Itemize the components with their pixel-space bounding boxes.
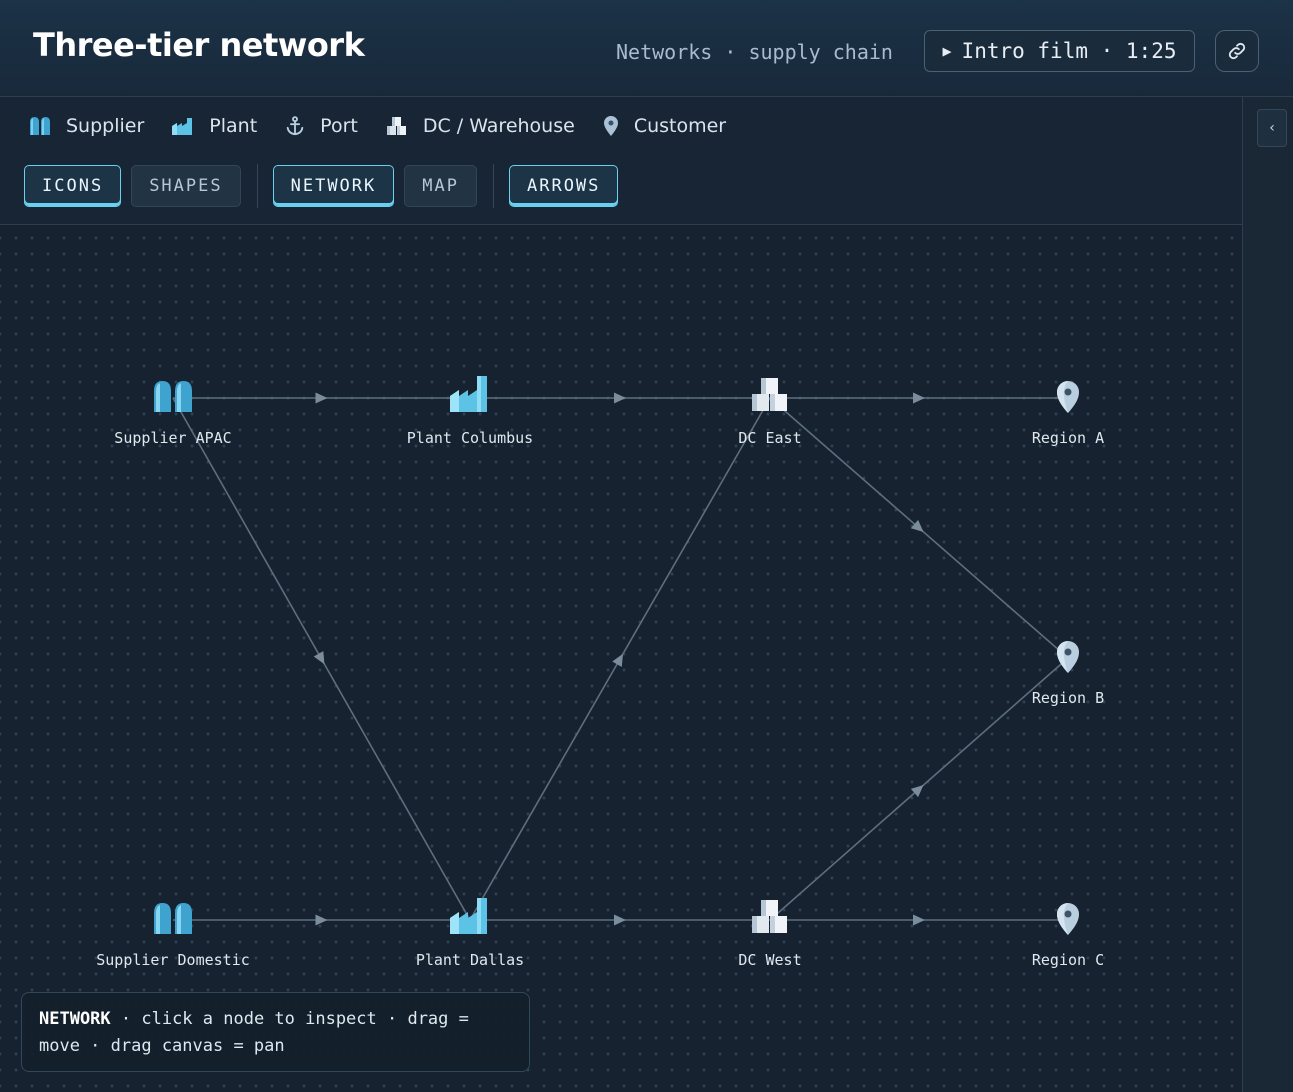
node-supplier-apac[interactable] [154, 381, 192, 412]
plant-icon [450, 376, 487, 412]
warehouse-icon [386, 117, 406, 135]
node-label: Region C [1031, 951, 1105, 969]
arrowhead-icon [315, 914, 328, 926]
supplier-icon [154, 903, 192, 934]
hint-mode: NETWORK [39, 1009, 111, 1029]
edge-dc-west-to-region-b [769, 657, 1069, 921]
view-toggle-bar: ICONS SHAPES NETWORK MAP ARROWS [24, 164, 628, 208]
location-pin-icon [1057, 903, 1079, 935]
edge-supplier-apac-to-plant-columbus [173, 392, 470, 404]
location-pin-icon [1057, 381, 1079, 413]
arrowhead-icon [913, 392, 925, 404]
network-toggle[interactable]: NETWORK [272, 165, 395, 207]
legend-label: DC / Warehouse [422, 115, 575, 137]
arrows-toggle[interactable]: ARROWS [508, 165, 619, 207]
interaction-hint: NETWORK · click a node to inspect · drag… [21, 992, 530, 1072]
arrowhead-icon [614, 392, 626, 404]
legend-item-customer: Customer [602, 115, 726, 137]
shapes-toggle[interactable]: SHAPES [131, 165, 241, 207]
legend-label: Supplier [66, 115, 145, 137]
edge-plant-dallas-to-dc-west [470, 914, 770, 926]
legend-item-dc: DC / Warehouse [385, 115, 575, 137]
edge-dc-east-to-region-b [769, 397, 1069, 659]
plant-icon [172, 118, 193, 135]
link-icon [1228, 42, 1246, 60]
play-icon: ▶ [942, 42, 952, 60]
intro-film-button[interactable]: ▶ Intro film · 1:25 [924, 30, 1195, 72]
node-region-a[interactable] [1057, 381, 1079, 413]
map-toggle[interactable]: MAP [404, 165, 477, 207]
edge-dc-west-to-region-c [770, 914, 1068, 926]
anchor-icon [286, 116, 304, 136]
right-sidebar: ‹ [1242, 97, 1293, 1092]
edge-plant-columbus-to-dc-east [470, 392, 770, 404]
arrowhead-icon [913, 914, 925, 926]
edge-dc-east-to-region-a [770, 392, 1068, 404]
node-dc-west[interactable] [752, 900, 787, 933]
node-label: Supplier Domestic [96, 951, 250, 969]
arrowhead-icon [614, 914, 626, 926]
legend: Supplier Plant Port DC / Warehouse Custo… [28, 115, 753, 137]
breadcrumb: Networks · supply chain [616, 40, 893, 64]
node-dc-east[interactable] [752, 378, 787, 411]
legend-item-port: Port [284, 115, 358, 137]
icons-toggle[interactable]: ICONS [24, 165, 122, 207]
edge-supplier-apac-to-plant-dallas [172, 397, 471, 921]
node-label: DC East [738, 429, 802, 447]
share-link-button[interactable] [1215, 30, 1259, 72]
node-label: Supplier APAC [114, 429, 232, 447]
network-canvas[interactable]: NETWORK · click a node to inspect · drag… [0, 225, 1242, 1092]
location-pin-icon [603, 116, 618, 136]
page-title: Three-tier network [33, 26, 365, 64]
supplier-icon [154, 381, 192, 412]
legend-label: Port [320, 115, 358, 137]
supplier-icon [30, 117, 50, 135]
legend-label: Plant [209, 115, 258, 137]
arrowhead-icon [313, 651, 325, 665]
collapse-sidebar-button[interactable]: ‹ [1257, 109, 1287, 147]
node-plant-columbus[interactable] [450, 376, 487, 412]
arrowhead-icon [612, 653, 623, 667]
legend-label: Customer [633, 115, 727, 137]
warehouse-icon [752, 378, 787, 411]
arrowhead-icon [315, 392, 328, 404]
warehouse-icon [752, 900, 787, 933]
control-panel: Supplier Plant Port DC / Warehouse Custo… [0, 97, 1242, 225]
node-label: DC West [738, 951, 802, 969]
node-region-b[interactable] [1057, 641, 1079, 673]
toolbar-divider [256, 164, 258, 208]
legend-item-supplier: Supplier [28, 115, 144, 137]
node-label: Plant Dallas [415, 951, 525, 969]
node-label: Region A [1031, 429, 1105, 447]
app-header: Three-tier network Networks · supply cha… [0, 0, 1293, 97]
legend-item-plant: Plant [171, 115, 257, 137]
toolbar-divider [492, 164, 494, 208]
node-label: Plant Columbus [406, 429, 534, 447]
node-label: Region B [1031, 689, 1105, 707]
edge-plant-dallas-to-dc-east [469, 397, 771, 921]
node-supplier-domestic[interactable] [154, 903, 192, 934]
node-region-c[interactable] [1057, 903, 1079, 935]
edge-supplier-domestic-to-plant-dallas [173, 914, 470, 926]
location-pin-icon [1057, 641, 1079, 673]
intro-film-label: Intro film · 1:25 [961, 39, 1177, 63]
